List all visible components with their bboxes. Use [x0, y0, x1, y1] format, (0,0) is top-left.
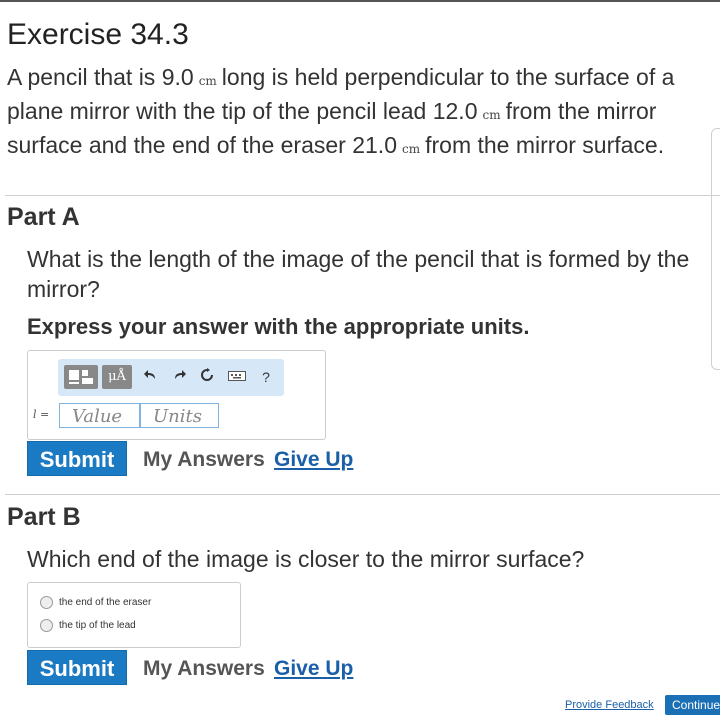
part-b-submit-button[interactable]: Submit: [27, 650, 127, 685]
problem-statement: A pencil that is 9.0 cm long is held perpe…: [7, 62, 719, 164]
part-a-submit-button[interactable]: Submit: [27, 441, 127, 476]
part-a-title: Part A: [7, 203, 80, 231]
unit-cm: cm: [402, 142, 421, 156]
continue-button[interactable]: Continue: [665, 695, 720, 715]
math-toolbar: μÅ ?: [58, 359, 284, 396]
variable-label: l =: [33, 408, 50, 421]
divider: [5, 195, 720, 196]
choice-list: the end of the eraser the tip of the lea…: [27, 582, 241, 648]
divider: [5, 494, 720, 495]
units-input[interactable]: Units: [140, 403, 219, 428]
unit-cm: cm: [482, 108, 501, 122]
part-a-my-answers: My Answers: [143, 448, 265, 471]
undo-icon[interactable]: [142, 367, 160, 387]
units-button[interactable]: μÅ: [102, 365, 132, 389]
top-border: [0, 0, 720, 2]
part-a-question: What is the length of the image of the p…: [27, 246, 690, 302]
radio-button[interactable]: [40, 596, 53, 609]
part-b-question: Which end of the image is closer to the …: [27, 546, 585, 572]
exercise-title: Exercise 34.3: [7, 18, 189, 51]
value-input[interactable]: Value: [59, 403, 140, 428]
provide-feedback-link[interactable]: Provide Feedback: [565, 699, 654, 711]
templates-icon[interactable]: [64, 365, 98, 389]
choice-label: the tip of the lead: [59, 620, 136, 631]
choice-label: the end of the eraser: [59, 597, 152, 608]
radio-button[interactable]: [40, 619, 53, 632]
choice-eraser[interactable]: the end of the eraser: [40, 596, 151, 610]
part-a-give-up-link[interactable]: Give Up: [274, 448, 353, 472]
choice-lead[interactable]: the tip of the lead: [40, 619, 136, 633]
part-a-instruction: Express your answer with the appropriate…: [27, 314, 530, 339]
redo-icon[interactable]: [170, 367, 188, 387]
reset-icon[interactable]: [198, 367, 216, 387]
problem-text-1: A pencil that is 9.0: [7, 64, 194, 90]
answer-editor: μÅ ? l = Value Units: [27, 350, 326, 440]
part-b-title: Part B: [7, 503, 81, 531]
unit-cm: cm: [198, 74, 217, 88]
problem-text-4: from the mirror surface.: [425, 132, 665, 158]
keyboard-icon[interactable]: [226, 367, 248, 387]
part-b-give-up-link[interactable]: Give Up: [274, 657, 353, 681]
help-button[interactable]: ?: [256, 367, 276, 387]
part-b-my-answers: My Answers: [143, 657, 265, 680]
